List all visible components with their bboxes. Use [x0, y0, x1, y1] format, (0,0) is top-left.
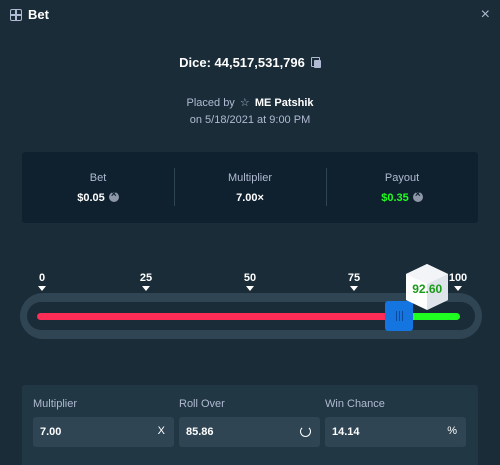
stat-payout-label: Payout	[384, 172, 420, 184]
tick-mark	[38, 286, 46, 291]
multiplier-label: Multiplier	[33, 398, 78, 410]
dice-id: Dice: 44,517,531,796	[179, 55, 305, 70]
placed-by-label: Placed by	[186, 97, 235, 109]
tick-mark	[142, 286, 150, 291]
bet-inputs-panel: Multiplier X Roll Over Win Chance %	[22, 385, 478, 465]
multiplier-input[interactable]	[33, 417, 174, 447]
win-chance-suffix: %	[447, 425, 457, 437]
tick-mark	[350, 286, 358, 291]
stat-bet: Bet $0.05	[22, 152, 174, 223]
bet-icon	[10, 9, 22, 21]
tick-label: 75	[347, 272, 361, 284]
stat-bet-value: $0.05	[22, 189, 174, 204]
multiplier-suffix: X	[157, 425, 165, 437]
tick-mark	[454, 286, 462, 291]
star-icon: ☆	[239, 97, 250, 109]
stat-multiplier-label: Multiplier	[227, 172, 272, 184]
bet-modal: Bet × Dice: 44,517,531,796 Placed by ☆ M…	[0, 0, 500, 465]
stat-multiplier-value: 7.00×	[236, 192, 264, 204]
placed-by-user[interactable]: ME Patshik	[255, 97, 314, 109]
win-chance-label: Win Chance	[325, 398, 385, 410]
roll-over-input[interactable]	[179, 417, 320, 447]
close-icon[interactable]: ×	[481, 5, 490, 25]
stat-bet-label: Bet	[89, 172, 107, 184]
coin-icon	[108, 189, 119, 202]
placed-by-line: Placed by ☆ ME Patshik	[0, 96, 500, 109]
refresh-icon[interactable]	[300, 426, 311, 437]
coin-icon	[412, 189, 423, 202]
roll-over-label: Roll Over	[179, 398, 225, 410]
modal-title: Bet	[28, 7, 49, 22]
result-dice: 92.60	[404, 262, 450, 312]
win-chance-input[interactable]	[325, 417, 466, 447]
placed-date: on 5/18/2021 at 9:00 PM	[189, 114, 311, 126]
tick-mark	[246, 286, 254, 291]
dice-id-line: Dice: 44,517,531,796	[0, 55, 500, 70]
tick-label: 50	[243, 272, 257, 284]
stat-multiplier: Multiplier 7.00×	[174, 152, 326, 223]
stat-payout: Payout $0.35	[326, 152, 478, 223]
tick-label: 25	[139, 272, 153, 284]
stats-panel: Bet $0.05 Multiplier 7.00× Payout $0.35	[22, 152, 478, 223]
modal-header: Bet ×	[0, 0, 500, 30]
tick-label: 0	[38, 272, 46, 284]
lose-range-bar	[37, 313, 400, 320]
copy-icon[interactable]	[310, 57, 321, 68]
stat-payout-value: $0.35	[326, 189, 478, 204]
roll-result: 92.60	[412, 282, 443, 296]
tick-label: 100	[448, 272, 468, 284]
